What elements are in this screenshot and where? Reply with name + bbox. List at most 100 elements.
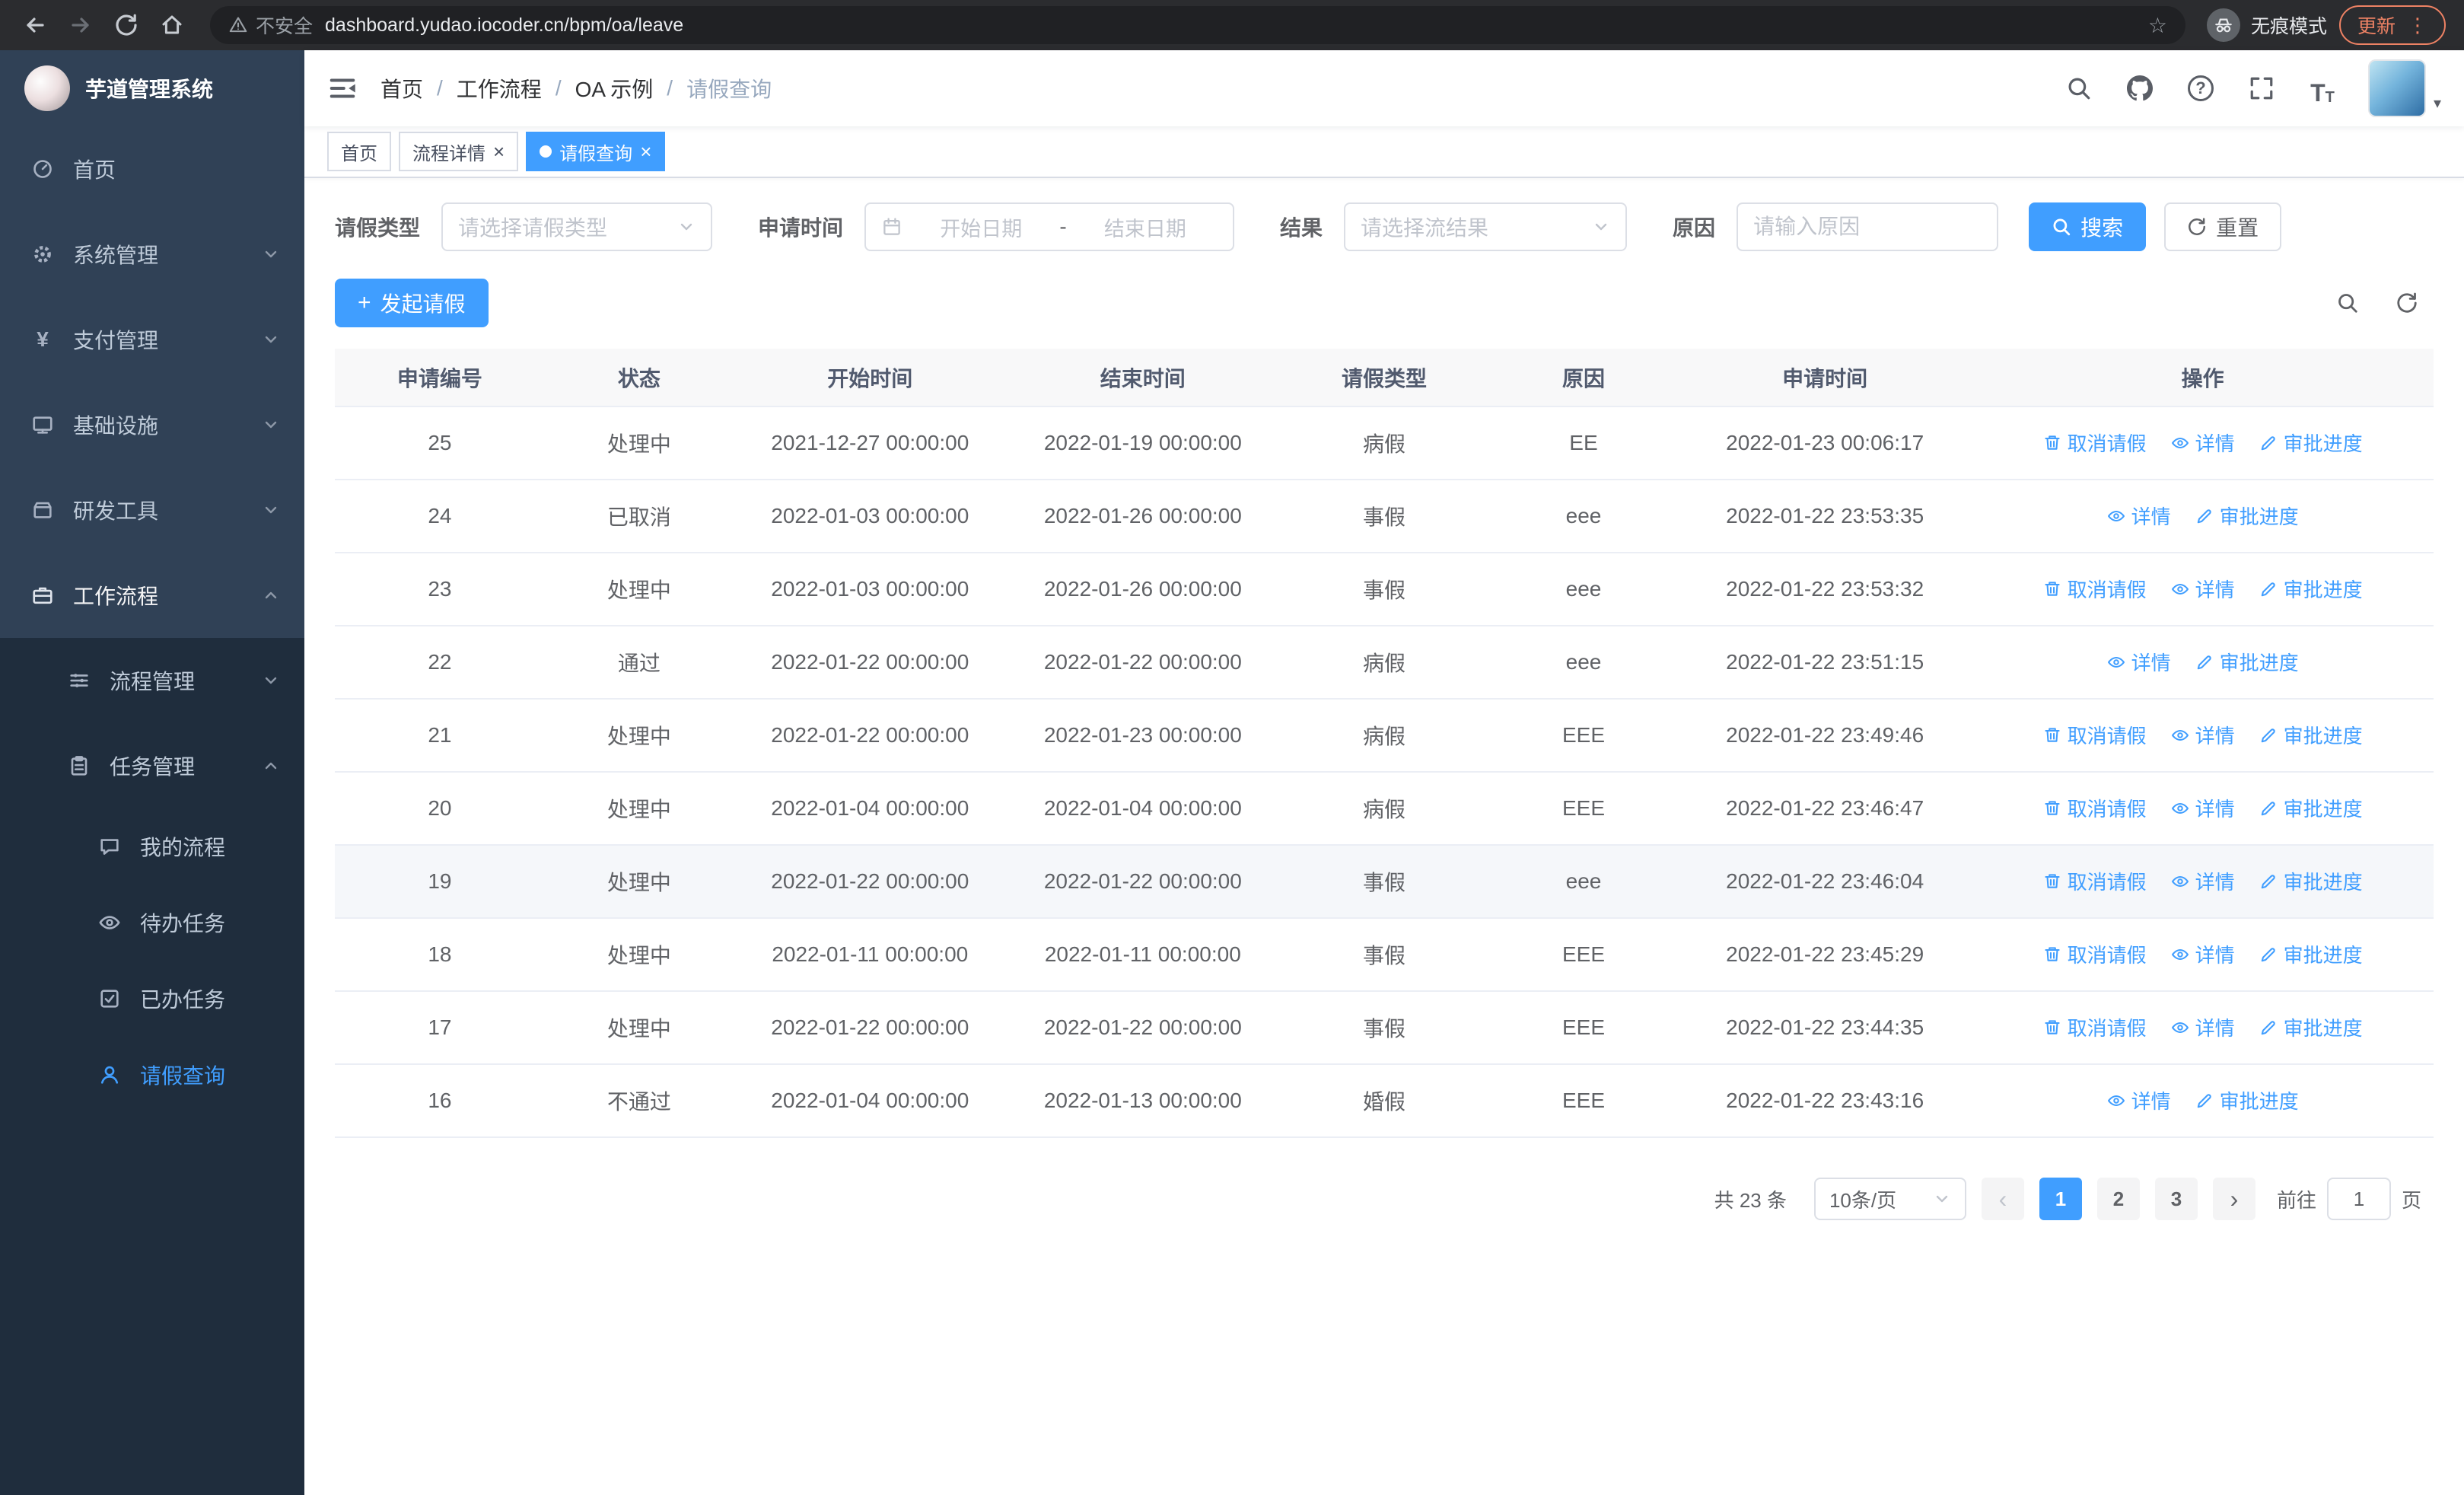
- tab-home[interactable]: 首页: [327, 132, 391, 171]
- cell-reason: EEE: [1488, 1064, 1679, 1138]
- view-icon: [2107, 1095, 2125, 1106]
- refresh-table-icon[interactable]: [2396, 292, 2418, 314]
- sidebar-item-process-management[interactable]: 流程管理: [0, 638, 304, 723]
- table-row[interactable]: 18 处理中 2022-01-11 00:00:00 2022-01-11 00:00…: [335, 918, 2434, 992]
- browser-update-button[interactable]: 更新 ⋮: [2338, 5, 2446, 45]
- sidebar-item-my-process[interactable]: 我的流程: [0, 808, 304, 885]
- approval-progress-action[interactable]: 审批进度: [2259, 721, 2363, 749]
- reset-button[interactable]: 重置: [2164, 202, 2282, 251]
- table-row[interactable]: 24 已取消 2022-01-03 00:00:00 2022-01-26 00:00…: [335, 480, 2434, 553]
- kebab-menu-icon[interactable]: ⋮: [2408, 14, 2427, 37]
- table-row[interactable]: 20 处理中 2022-01-04 00:00:00 2022-01-04 00:00…: [335, 772, 2434, 846]
- detail-action[interactable]: 详情: [2107, 648, 2171, 676]
- approval-progress-action[interactable]: 审批进度: [2259, 1013, 2363, 1041]
- end-date-placeholder[interactable]: 结束日期: [1073, 212, 1218, 242]
- app-logo[interactable]: 芋道管理系统: [0, 50, 304, 126]
- approval-progress-action[interactable]: 审批进度: [2259, 575, 2363, 603]
- detail-action[interactable]: 详情: [2171, 940, 2235, 968]
- page-button-1[interactable]: 1: [2039, 1178, 2082, 1220]
- sidebar-toggle-hamburger-icon[interactable]: [327, 73, 358, 104]
- sidebar-item-infrastructure[interactable]: 基础设施: [0, 382, 304, 467]
- start-date-placeholder[interactable]: 开始日期: [909, 212, 1053, 242]
- cancel-leave-action[interactable]: 取消请假: [2043, 575, 2147, 603]
- cancel-leave-action[interactable]: 取消请假: [2043, 867, 2147, 895]
- table-row[interactable]: 22 通过 2022-01-22 00:00:00 2022-01-22 00:00:…: [335, 626, 2434, 700]
- tab-leave-query[interactable]: 请假查询 ×: [526, 132, 666, 171]
- create-leave-button[interactable]: + 发起请假: [335, 279, 489, 327]
- detail-action[interactable]: 详情: [2171, 1013, 2235, 1041]
- user-avatar-menu[interactable]: ▾: [2367, 59, 2441, 117]
- approval-progress-action[interactable]: 审批进度: [2259, 867, 2363, 895]
- sidebar-item-workflow[interactable]: 工作流程: [0, 553, 304, 638]
- approval-progress-action[interactable]: 审批进度: [2259, 940, 2363, 968]
- avatar[interactable]: [2367, 59, 2426, 117]
- close-icon[interactable]: ×: [640, 142, 651, 161]
- approval-progress-action[interactable]: 审批进度: [2195, 1086, 2299, 1114]
- address-bar[interactable]: 不安全 dashboard.yudao.iocoder.cn/bpm/oa/le…: [210, 6, 2185, 44]
- table-row[interactable]: 25 处理中 2021-12-27 00:00:00 2022-01-19 00:00…: [335, 406, 2434, 480]
- cell-apply_time: 2022-01-22 23:44:35: [1678, 991, 1972, 1065]
- site-security-warning[interactable]: 不安全: [228, 11, 313, 39]
- detail-action[interactable]: 详情: [2107, 1086, 2171, 1114]
- table-row[interactable]: 17 处理中 2022-01-22 00:00:00 2022-01-22 00:00…: [335, 991, 2434, 1065]
- sidebar-item-leave-query[interactable]: 请假查询: [0, 1037, 304, 1113]
- forward-icon[interactable]: [64, 8, 97, 42]
- cancel-leave-action[interactable]: 取消请假: [2043, 1013, 2147, 1041]
- sidebar-item-task-management[interactable]: 任务管理: [0, 723, 304, 808]
- table-row[interactable]: 16 不通过 2022-01-04 00:00:00 2022-01-13 00:00…: [335, 1064, 2434, 1138]
- sidebar-item-done-tasks[interactable]: 已办任务: [0, 961, 304, 1037]
- leave-type-select[interactable]: 请选择请假类型: [441, 202, 713, 251]
- detail-action[interactable]: 详情: [2171, 575, 2235, 603]
- page-size-select[interactable]: 10条/页: [1813, 1178, 1966, 1220]
- table-row[interactable]: 21 处理中 2022-01-22 00:00:00 2022-01-23 00:00…: [335, 699, 2434, 773]
- user-icon: [97, 1063, 122, 1087]
- approval-progress-action[interactable]: 审批进度: [2259, 794, 2363, 822]
- next-page-button[interactable]: ›: [2212, 1178, 2255, 1220]
- table-row[interactable]: 19 处理中 2022-01-22 00:00:00 2022-01-22 00:00…: [335, 845, 2434, 919]
- header-search-icon[interactable]: [2064, 72, 2094, 105]
- date-range-picker[interactable]: 开始日期 - 结束日期: [864, 202, 1235, 251]
- sidebar-item-system[interactable]: 系统管理: [0, 212, 304, 297]
- cancel-leave-action[interactable]: 取消请假: [2043, 940, 2147, 968]
- bookmark-star-icon[interactable]: ☆: [2148, 13, 2167, 38]
- github-icon[interactable]: [2125, 72, 2155, 105]
- breadcrumb-workflow[interactable]: 工作流程: [457, 73, 542, 104]
- url-text[interactable]: dashboard.yudao.iocoder.cn/bpm/oa/leave: [325, 14, 683, 37]
- back-icon[interactable]: [18, 8, 52, 42]
- approval-progress-action[interactable]: 审批进度: [2195, 648, 2299, 676]
- detail-action[interactable]: 详情: [2107, 502, 2171, 530]
- detail-action[interactable]: 详情: [2171, 867, 2235, 895]
- tab-process-detail[interactable]: 流程详情 ×: [399, 132, 519, 171]
- close-icon[interactable]: ×: [493, 142, 505, 161]
- table-row[interactable]: 23 处理中 2022-01-03 00:00:00 2022-01-26 00:00…: [335, 553, 2434, 626]
- font-size-icon[interactable]: TT: [2307, 72, 2338, 105]
- search-button[interactable]: 搜索: [2029, 202, 2147, 251]
- home-icon[interactable]: [155, 8, 189, 42]
- fullscreen-icon[interactable]: [2246, 72, 2277, 105]
- toggle-search-icon[interactable]: [2336, 292, 2359, 314]
- result-select[interactable]: 请选择流结果: [1344, 202, 1628, 251]
- approval-progress-action[interactable]: 审批进度: [2259, 429, 2363, 457]
- filter-apply-time: 申请时间 开始日期 - 结束日期: [758, 202, 1235, 251]
- help-icon[interactable]: ?: [2185, 72, 2216, 105]
- detail-action[interactable]: 详情: [2171, 794, 2235, 822]
- detail-action[interactable]: 详情: [2171, 429, 2235, 457]
- reload-icon[interactable]: [110, 8, 143, 42]
- page-button-2[interactable]: 2: [2096, 1178, 2140, 1220]
- sidebar-item-payment[interactable]: ¥ 支付管理: [0, 297, 304, 382]
- breadcrumb-oa-example[interactable]: OA 示例: [575, 73, 654, 104]
- sidebar-item-todo-tasks[interactable]: 待办任务: [0, 885, 304, 961]
- page-button-3[interactable]: 3: [2154, 1178, 2198, 1220]
- cancel-leave-action[interactable]: 取消请假: [2043, 429, 2147, 457]
- sidebar-item-home[interactable]: 首页: [0, 126, 304, 212]
- approval-progress-action[interactable]: 审批进度: [2195, 502, 2299, 530]
- cancel-leave-action[interactable]: 取消请假: [2043, 794, 2147, 822]
- reason-input[interactable]: [1753, 215, 1982, 239]
- goto-page-input[interactable]: [2326, 1178, 2391, 1220]
- detail-action[interactable]: 详情: [2171, 721, 2235, 749]
- breadcrumb-home[interactable]: 首页: [380, 73, 423, 104]
- cancel-leave-action[interactable]: 取消请假: [2043, 721, 2147, 749]
- list-icon: [67, 668, 91, 693]
- sidebar-item-dev-tools[interactable]: 研发工具: [0, 467, 304, 553]
- prev-page-button[interactable]: ‹: [1981, 1178, 2024, 1220]
